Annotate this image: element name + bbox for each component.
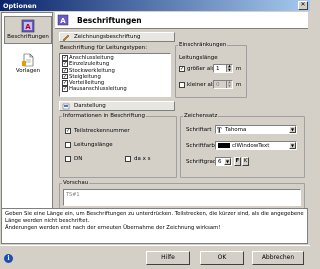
groesser-checkbox[interactable]: ✓: [179, 66, 185, 72]
zeichnungsbeschriftung-label: Zeichnungsbeschriftung: [74, 34, 141, 40]
color-swatch: [218, 143, 230, 148]
checkbox[interactable]: ✓: [62, 55, 68, 61]
schriftgrad-label: Schriftgrad: [186, 159, 217, 165]
groesser-value: 1: [216, 66, 220, 72]
font-icon: T: [217, 128, 222, 134]
cancel-button[interactable]: Abbrechen: [252, 251, 304, 265]
list-item[interactable]: ✓ Hausanschlussleitung: [62, 86, 168, 92]
schriftfarbe-label: Schriftfarbe: [186, 143, 219, 149]
checkbox[interactable]: ✓: [62, 86, 68, 92]
darstellung-label: Darstellung: [74, 103, 106, 109]
schriftfarbe-value: clWindowText: [232, 143, 270, 149]
darstellung-button[interactable]: Darstellung: [59, 101, 175, 111]
window-title: Optionen: [3, 2, 37, 10]
leitungslaenge-info-label: Leitungslänge: [74, 142, 113, 148]
leitungslaenge-checkbox[interactable]: ✓: [65, 142, 71, 148]
groesser-label: größer als: [187, 66, 215, 72]
kleiner-label: kleiner als: [187, 82, 216, 88]
checkbox[interactable]: ✓: [62, 80, 68, 86]
pencil-icon: [62, 34, 70, 41]
kleiner-spinbox[interactable]: 0 ▲ ▼: [213, 80, 233, 89]
hint-text: Geben Sie eine Länge ein, um Beschriftun…: [1, 208, 308, 244]
help-button[interactable]: Hilfe: [146, 251, 190, 265]
kleiner-value: 0: [216, 82, 220, 88]
info-text: Geben Sie eine Länge ein, um Beschriftun…: [5, 211, 304, 231]
window-titlebar: Optionen ✕: [0, 0, 310, 11]
bold-button[interactable]: F: [234, 157, 241, 166]
teilstreckennummer-checkbox[interactable]: ✓: [65, 128, 71, 134]
checkbox[interactable]: ✓: [62, 67, 68, 74]
spin-arrows-icon[interactable]: ▲ ▼: [226, 64, 232, 72]
vorschau-legend: Vorschau: [63, 180, 89, 186]
vorlagen-icon: [22, 53, 34, 67]
leitungstypen-list[interactable]: ✓ Anschlussleitung ✓ Einzelzuleitung ✓ Stoc…: [59, 53, 171, 97]
ok-button[interactable]: OK: [200, 251, 244, 265]
dn-checkbox[interactable]: ✓: [65, 156, 71, 162]
schriftart-value: Tahoma: [225, 127, 247, 133]
spin-arrows-icon[interactable]: ▲ ▼: [226, 80, 232, 88]
chevron-down-icon[interactable]: ▼: [289, 126, 296, 133]
zeichensatz-legend: Zeichensatz: [184, 113, 218, 119]
leitungstypen-label: Beschriftung für Leitungstypen:: [60, 45, 147, 51]
nav-label: Vorlagen: [15, 68, 41, 74]
schriftart-label: Schriftart: [186, 127, 212, 133]
da-x-s-label: da x s: [134, 156, 151, 162]
beschriftungen-icon: A: [21, 19, 35, 33]
nav-item-vorlagen[interactable]: Vorlagen: [4, 51, 52, 79]
checkbox[interactable]: ✓: [62, 73, 68, 80]
page-header: A Beschriftungen: [55, 12, 308, 29]
close-icon: ✕: [300, 1, 306, 8]
kleiner-unit: m: [236, 82, 242, 88]
leitungslaenge-label: Leitungslänge: [179, 55, 218, 61]
nav-label: Beschriftungen: [7, 34, 49, 40]
svg-text:A: A: [60, 17, 66, 25]
schriftgrad-select[interactable]: 6 ▼: [215, 157, 232, 166]
info-icon[interactable]: i: [4, 254, 13, 263]
close-button[interactable]: ✕: [298, 1, 308, 10]
kleiner-checkbox[interactable]: ✓: [179, 82, 185, 88]
einschraenkungen-legend: Einschränkungen: [179, 42, 227, 48]
schriftfarbe-select[interactable]: clWindowText ▼: [215, 141, 297, 150]
beschriftungen-header-icon: A: [57, 14, 69, 26]
svg-text:A: A: [25, 23, 31, 31]
svg-text:T: T: [217, 128, 222, 134]
chevron-down-icon[interactable]: ▼: [224, 158, 231, 165]
checkbox[interactable]: ✓: [62, 61, 68, 67]
footer-bar: i Hilfe OK Abbrechen: [0, 245, 310, 269]
teilstreckennummer-label: Teilstreckennummer: [74, 128, 130, 134]
preview-text: TS#1: [66, 192, 80, 198]
schriftgrad-value: 6: [218, 159, 222, 165]
zeichnungsbeschriftung-button[interactable]: Zeichnungsbeschriftung: [59, 32, 175, 42]
vorschau-preview: TS#1: [63, 189, 301, 206]
groesser-spinbox[interactable]: 1 ▲ ▼: [213, 64, 233, 73]
chevron-down-icon[interactable]: ▼: [289, 142, 296, 149]
nav-item-beschriftungen[interactable]: A Beschriftungen: [4, 16, 52, 44]
groesser-unit: m: [236, 66, 242, 72]
da-x-s-checkbox[interactable]: ✓: [125, 156, 131, 162]
italic-button[interactable]: K: [242, 157, 249, 166]
schriftart-select[interactable]: T Tahoma ▼: [215, 125, 297, 134]
dn-label: DN: [74, 156, 83, 162]
darstellung-icon: [62, 103, 70, 110]
page-title: Beschriftungen: [77, 16, 142, 25]
informationen-legend: Informationen in Beschriftung: [63, 113, 145, 119]
